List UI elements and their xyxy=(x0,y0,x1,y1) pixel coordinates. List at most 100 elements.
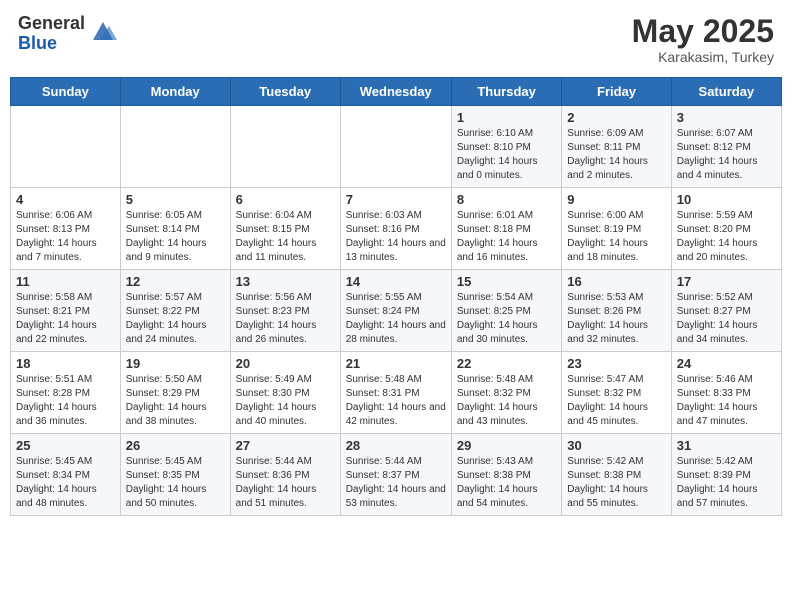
day-number: 7 xyxy=(346,192,446,207)
day-number: 13 xyxy=(236,274,335,289)
week-row-4: 18Sunrise: 5:51 AMSunset: 8:28 PMDayligh… xyxy=(11,352,782,434)
day-info: Sunrise: 5:48 AMSunset: 8:31 PMDaylight:… xyxy=(346,373,446,429)
day-header-thursday: Thursday xyxy=(451,78,561,106)
day-info: Sunrise: 6:05 AMSunset: 8:14 PMDaylight:… xyxy=(126,209,225,265)
calendar-table: SundayMondayTuesdayWednesdayThursdayFrid… xyxy=(10,77,782,516)
day-cell: 31 Sunrise: 5:42 AMSunset: 8:39 PMDayligh… xyxy=(671,434,781,516)
day-cell: 27 Sunrise: 5:44 AMSunset: 8:36 PMDayligh… xyxy=(230,434,340,516)
day-cell: 13 Sunrise: 5:56 AMSunset: 8:23 PMDayligh… xyxy=(230,270,340,352)
day-number: 6 xyxy=(236,192,335,207)
day-number: 10 xyxy=(677,192,776,207)
day-info: Sunrise: 5:54 AMSunset: 8:25 PMDaylight:… xyxy=(457,291,556,347)
day-info: Sunrise: 5:48 AMSunset: 8:32 PMDaylight:… xyxy=(457,373,556,429)
day-info: Sunrise: 6:09 AMSunset: 8:11 PMDaylight:… xyxy=(567,127,665,183)
day-number: 4 xyxy=(16,192,115,207)
day-info: Sunrise: 5:46 AMSunset: 8:33 PMDaylight:… xyxy=(677,373,776,429)
day-number: 27 xyxy=(236,438,335,453)
logo-icon xyxy=(89,18,117,46)
page-header: General Blue May 2025 Karakasim, Turkey xyxy=(10,10,782,69)
day-number: 16 xyxy=(567,274,665,289)
day-cell: 23 Sunrise: 5:47 AMSunset: 8:32 PMDayligh… xyxy=(562,352,671,434)
location-subtitle: Karakasim, Turkey xyxy=(632,49,774,65)
day-number: 31 xyxy=(677,438,776,453)
month-title: May 2025 xyxy=(632,14,774,49)
logo-blue: Blue xyxy=(18,34,85,54)
day-header-friday: Friday xyxy=(562,78,671,106)
day-info: Sunrise: 5:42 AMSunset: 8:38 PMDaylight:… xyxy=(567,455,665,511)
day-cell: 15Sunrise: 5:54 AMSunset: 8:25 PMDayligh… xyxy=(451,270,561,352)
title-block: May 2025 Karakasim, Turkey xyxy=(632,14,774,65)
day-header-saturday: Saturday xyxy=(671,78,781,106)
day-info: Sunrise: 5:52 AMSunset: 8:27 PMDaylight:… xyxy=(677,291,776,347)
day-cell: 6 Sunrise: 6:04 AMSunset: 8:15 PMDaylight… xyxy=(230,188,340,270)
day-cell: 8Sunrise: 6:01 AMSunset: 8:18 PMDaylight… xyxy=(451,188,561,270)
day-info: Sunrise: 6:07 AMSunset: 8:12 PMDaylight:… xyxy=(677,127,776,183)
day-cell xyxy=(230,106,340,188)
day-cell: 30 Sunrise: 5:42 AMSunset: 8:38 PMDayligh… xyxy=(562,434,671,516)
day-cell: 3 Sunrise: 6:07 AMSunset: 8:12 PMDaylight… xyxy=(671,106,781,188)
day-cell: 28 Sunrise: 5:44 AMSunset: 8:37 PMDayligh… xyxy=(340,434,451,516)
day-cell: 25 Sunrise: 5:45 AMSunset: 8:34 PMDayligh… xyxy=(11,434,121,516)
week-row-3: 11 Sunrise: 5:58 AMSunset: 8:21 PMDayligh… xyxy=(11,270,782,352)
day-info: Sunrise: 6:06 AMSunset: 8:13 PMDaylight:… xyxy=(16,209,115,265)
day-info: Sunrise: 5:42 AMSunset: 8:39 PMDaylight:… xyxy=(677,455,776,511)
day-header-monday: Monday xyxy=(120,78,230,106)
day-info: Sunrise: 5:51 AMSunset: 8:28 PMDaylight:… xyxy=(16,373,115,429)
day-info: Sunrise: 5:43 AMSunset: 8:38 PMDaylight:… xyxy=(457,455,556,511)
day-cell: 26Sunrise: 5:45 AMSunset: 8:35 PMDayligh… xyxy=(120,434,230,516)
day-info: Sunrise: 6:00 AMSunset: 8:19 PMDaylight:… xyxy=(567,209,665,265)
day-info: Sunrise: 5:50 AMSunset: 8:29 PMDaylight:… xyxy=(126,373,225,429)
week-row-1: 1Sunrise: 6:10 AMSunset: 8:10 PMDaylight… xyxy=(11,106,782,188)
day-cell: 2Sunrise: 6:09 AMSunset: 8:11 PMDaylight… xyxy=(562,106,671,188)
day-cell: 14 Sunrise: 5:55 AMSunset: 8:24 PMDayligh… xyxy=(340,270,451,352)
day-number: 14 xyxy=(346,274,446,289)
day-cell: 21Sunrise: 5:48 AMSunset: 8:31 PMDayligh… xyxy=(340,352,451,434)
day-info: Sunrise: 5:44 AMSunset: 8:36 PMDaylight:… xyxy=(236,455,335,511)
day-number: 28 xyxy=(346,438,446,453)
day-cell: 24Sunrise: 5:46 AMSunset: 8:33 PMDayligh… xyxy=(671,352,781,434)
day-info: Sunrise: 5:47 AMSunset: 8:32 PMDaylight:… xyxy=(567,373,665,429)
day-info: Sunrise: 5:55 AMSunset: 8:24 PMDaylight:… xyxy=(346,291,446,347)
day-cell: 16 Sunrise: 5:53 AMSunset: 8:26 PMDayligh… xyxy=(562,270,671,352)
day-cell: 11 Sunrise: 5:58 AMSunset: 8:21 PMDayligh… xyxy=(11,270,121,352)
day-cell: 22Sunrise: 5:48 AMSunset: 8:32 PMDayligh… xyxy=(451,352,561,434)
day-number: 19 xyxy=(126,356,225,371)
day-number: 25 xyxy=(16,438,115,453)
week-row-2: 4 Sunrise: 6:06 AMSunset: 8:13 PMDaylight… xyxy=(11,188,782,270)
day-info: Sunrise: 6:01 AMSunset: 8:18 PMDaylight:… xyxy=(457,209,556,265)
day-cell: 4 Sunrise: 6:06 AMSunset: 8:13 PMDaylight… xyxy=(11,188,121,270)
day-cell: 1Sunrise: 6:10 AMSunset: 8:10 PMDaylight… xyxy=(451,106,561,188)
day-cell xyxy=(11,106,121,188)
day-cell: 9 Sunrise: 6:00 AMSunset: 8:19 PMDaylight… xyxy=(562,188,671,270)
day-number: 30 xyxy=(567,438,665,453)
day-info: Sunrise: 5:44 AMSunset: 8:37 PMDaylight:… xyxy=(346,455,446,511)
day-number: 3 xyxy=(677,110,776,125)
logo: General Blue xyxy=(18,14,117,54)
day-cell: 20Sunrise: 5:49 AMSunset: 8:30 PMDayligh… xyxy=(230,352,340,434)
day-number: 9 xyxy=(567,192,665,207)
days-header-row: SundayMondayTuesdayWednesdayThursdayFrid… xyxy=(11,78,782,106)
day-info: Sunrise: 5:56 AMSunset: 8:23 PMDaylight:… xyxy=(236,291,335,347)
day-cell: 17Sunrise: 5:52 AMSunset: 8:27 PMDayligh… xyxy=(671,270,781,352)
day-cell: 10Sunrise: 5:59 AMSunset: 8:20 PMDayligh… xyxy=(671,188,781,270)
day-number: 23 xyxy=(567,356,665,371)
day-info: Sunrise: 5:57 AMSunset: 8:22 PMDaylight:… xyxy=(126,291,225,347)
day-info: Sunrise: 5:45 AMSunset: 8:34 PMDaylight:… xyxy=(16,455,115,511)
day-header-wednesday: Wednesday xyxy=(340,78,451,106)
day-cell xyxy=(340,106,451,188)
day-number: 20 xyxy=(236,356,335,371)
day-info: Sunrise: 6:10 AMSunset: 8:10 PMDaylight:… xyxy=(457,127,556,183)
day-number: 5 xyxy=(126,192,225,207)
day-info: Sunrise: 5:58 AMSunset: 8:21 PMDaylight:… xyxy=(16,291,115,347)
day-cell: 5 Sunrise: 6:05 AMSunset: 8:14 PMDaylight… xyxy=(120,188,230,270)
day-number: 11 xyxy=(16,274,115,289)
day-header-sunday: Sunday xyxy=(11,78,121,106)
day-number: 12 xyxy=(126,274,225,289)
day-cell: 12 Sunrise: 5:57 AMSunset: 8:22 PMDayligh… xyxy=(120,270,230,352)
day-number: 29 xyxy=(457,438,556,453)
day-info: Sunrise: 6:03 AMSunset: 8:16 PMDaylight:… xyxy=(346,209,446,265)
day-info: Sunrise: 5:53 AMSunset: 8:26 PMDaylight:… xyxy=(567,291,665,347)
day-info: Sunrise: 6:04 AMSunset: 8:15 PMDaylight:… xyxy=(236,209,335,265)
day-info: Sunrise: 5:45 AMSunset: 8:35 PMDaylight:… xyxy=(126,455,225,511)
day-cell: 7 Sunrise: 6:03 AMSunset: 8:16 PMDaylight… xyxy=(340,188,451,270)
